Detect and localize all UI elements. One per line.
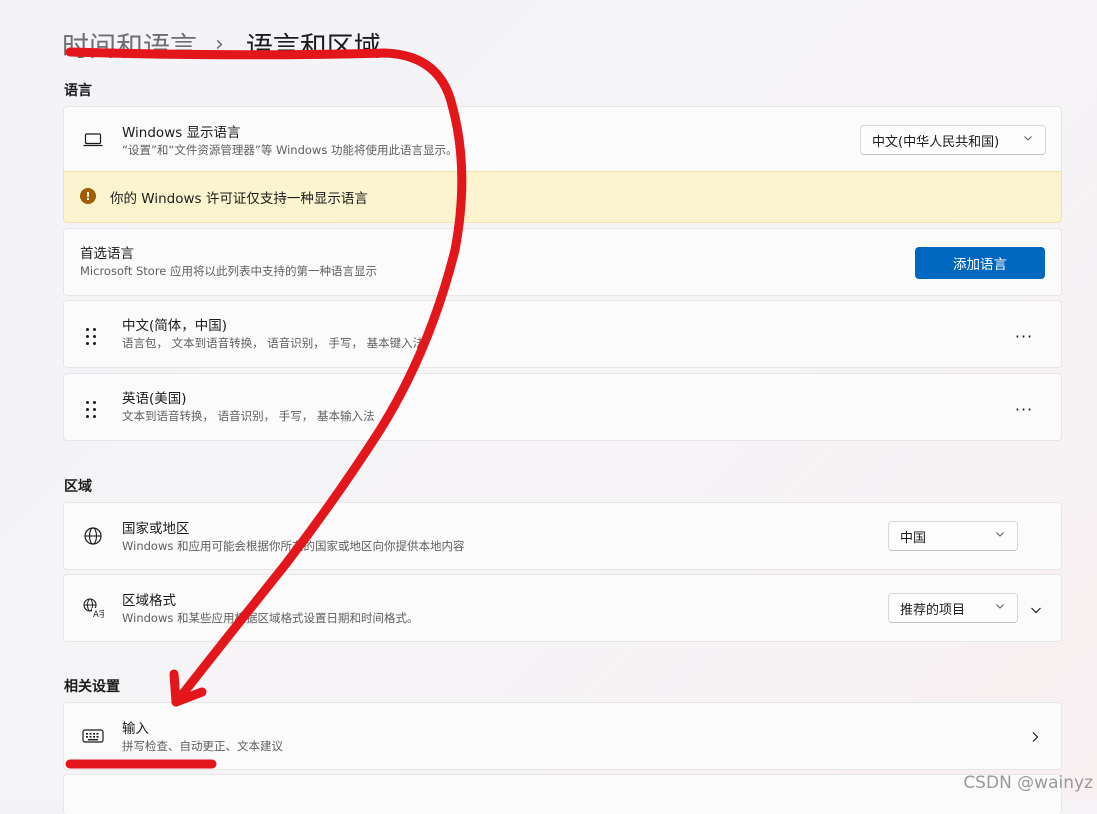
regional-format-icon: A字 bbox=[82, 597, 104, 619]
regional-format-card[interactable]: A字 区域格式 Windows 和某些应用根据区域格式设置日期和时间格式。 推荐… bbox=[63, 574, 1062, 642]
input-subtitle: 拼写检查、自动更正、文本建议 bbox=[122, 739, 283, 753]
more-options-button[interactable]: ··· bbox=[1009, 399, 1039, 419]
page-title: 语言和区域 bbox=[245, 31, 381, 63]
section-label-related: 相关设置 bbox=[64, 679, 120, 695]
keyboard-icon bbox=[82, 725, 104, 747]
country-region-dropdown[interactable]: 中国 bbox=[888, 521, 1018, 551]
regional-format-dropdown[interactable]: 推荐的项目 bbox=[888, 593, 1018, 623]
country-region-title: 国家或地区 bbox=[122, 521, 190, 537]
breadcrumb: 时间和语言 › 语言和区域 bbox=[62, 22, 381, 66]
section-label-region: 区域 bbox=[64, 479, 92, 495]
add-language-button[interactable]: 添加语言 bbox=[915, 247, 1045, 279]
regional-format-selected: 推荐的项目 bbox=[900, 602, 966, 618]
preferred-languages-card: 首选语言 Microsoft Store 应用将以此列表中支持的第一种语言显示 … bbox=[63, 228, 1062, 296]
globe-icon bbox=[82, 525, 104, 547]
language-item-chinese[interactable]: 中文(简体，中国) 语言包， 文本到语音转换， 语音识别， 手写， 基本键入法 … bbox=[63, 300, 1062, 368]
warning-icon: ! bbox=[80, 188, 96, 204]
country-region-subtitle: Windows 和应用可能会根据你所在的国家或地区向你提供本地内容 bbox=[122, 539, 465, 553]
language-item-english[interactable]: 英语(美国) 文本到语音转换， 语音识别， 手写， 基本输入法 ··· bbox=[63, 373, 1062, 441]
display-language-title: Windows 显示语言 bbox=[122, 125, 241, 141]
section-label-language: 语言 bbox=[64, 83, 92, 99]
laptop-icon bbox=[82, 129, 104, 151]
more-options-button[interactable]: ··· bbox=[1009, 326, 1039, 346]
display-language-dropdown[interactable]: 中文(中华人民共和国) bbox=[860, 125, 1046, 155]
regional-format-subtitle: Windows 和某些应用根据区域格式设置日期和时间格式。 bbox=[122, 611, 419, 625]
display-language-selected: 中文(中华人民共和国) bbox=[872, 134, 1000, 150]
chevron-down-icon bbox=[996, 604, 1004, 609]
chevron-down-icon bbox=[996, 532, 1004, 537]
display-language-card: Windows 显示语言 “设置”和“文件资源管理器”等 Windows 功能将… bbox=[63, 106, 1062, 172]
breadcrumb-separator: › bbox=[215, 31, 224, 57]
chevron-down-icon bbox=[1024, 136, 1032, 141]
preferred-languages-title: 首选语言 bbox=[80, 246, 134, 262]
country-region-selected: 中国 bbox=[900, 530, 927, 546]
language-features: 语言包， 文本到语音转换， 语音识别， 手写， 基本键入法 bbox=[122, 336, 425, 350]
drag-handle-icon[interactable] bbox=[84, 401, 98, 419]
country-region-card: 国家或地区 Windows 和应用可能会根据你所在的国家或地区向你提供本地内容 … bbox=[63, 502, 1062, 570]
preferred-languages-subtitle: Microsoft Store 应用将以此列表中支持的第一种语言显示 bbox=[80, 264, 378, 278]
language-features: 文本到语音转换， 语音识别， 手写， 基本输入法 bbox=[122, 409, 375, 423]
watermark: CSDN @wainyz bbox=[963, 773, 1093, 793]
expand-chevron-icon[interactable] bbox=[1025, 599, 1047, 621]
next-settings-card-partial[interactable] bbox=[63, 774, 1062, 814]
language-name: 中文(简体，中国) bbox=[122, 318, 228, 334]
language-name: 英语(美国) bbox=[122, 391, 187, 407]
breadcrumb-parent-link[interactable]: 时间和语言 bbox=[62, 25, 197, 64]
drag-handle-icon[interactable] bbox=[84, 328, 98, 346]
license-warning-text: 你的 Windows 许可证仅支持一种显示语言 bbox=[110, 191, 368, 207]
regional-format-title: 区域格式 bbox=[122, 593, 176, 609]
display-language-subtitle: “设置”和“文件资源管理器”等 Windows 功能将使用此语言显示。 bbox=[122, 143, 458, 157]
svg-text:A字: A字 bbox=[93, 609, 104, 619]
license-warning-bar: ! 你的 Windows 许可证仅支持一种显示语言 bbox=[63, 171, 1062, 223]
chevron-right-icon bbox=[1025, 727, 1045, 747]
input-title: 输入 bbox=[122, 721, 149, 737]
input-settings-link[interactable]: 输入 拼写检查、自动更正、文本建议 bbox=[63, 702, 1062, 770]
